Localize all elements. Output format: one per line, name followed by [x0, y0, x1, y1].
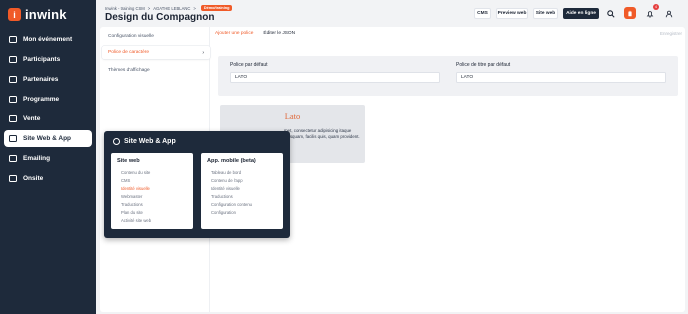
- cart-icon: [9, 115, 17, 122]
- menu-title: Site Web & App: [124, 138, 176, 145]
- sidebar-item-participants[interactable]: Participants: [4, 51, 92, 68]
- site-web-button[interactable]: Site web: [533, 8, 558, 19]
- menu-link-contenu-du-site[interactable]: Contenu du site: [121, 170, 150, 175]
- globe-icon: [113, 138, 120, 145]
- menu-link-identite-visuelle[interactable]: Identité visuelle: [121, 186, 150, 191]
- menu-header: Site Web & App: [113, 138, 176, 145]
- sidebar-item-label: Participants: [23, 56, 61, 63]
- menu-link-traductions-app[interactable]: Traductions: [211, 194, 233, 199]
- bell-icon[interactable]: [644, 8, 655, 19]
- sidebar-item-onsite[interactable]: Onsite: [4, 170, 92, 187]
- subnav-item-themes[interactable]: Thèmes d'affichage: [102, 64, 210, 77]
- sidebar-item-site-web-app[interactable]: Site Web & App: [4, 130, 92, 147]
- app-mobile-card-title: App. mobile (beta): [207, 158, 256, 164]
- breadcrumb-separator: >: [193, 5, 196, 11]
- sidebar-item-mon-evenement[interactable]: Mon événement: [4, 31, 92, 48]
- menu-link-traductions[interactable]: Traductions: [121, 202, 143, 207]
- menu-link-webmaster[interactable]: Webmaster: [121, 194, 142, 199]
- sidebar: i inwink Mon événement Participants Part…: [0, 0, 96, 314]
- tabs: Ajouter une police Éditer le JSON: [215, 31, 295, 38]
- logo-icon: i: [8, 8, 21, 21]
- page-title: Design du Compagnon: [105, 12, 215, 23]
- breadcrumb-separator: >: [147, 5, 151, 11]
- menu-link-configuration-contenu[interactable]: Configuration contenu: [211, 202, 252, 207]
- logo-text: inwink: [25, 7, 67, 22]
- subnav-item-label: Police de caractère: [108, 50, 150, 55]
- breadcrumb-item[interactable]: AGATHE LEBLANC: [153, 6, 190, 11]
- sidebar-item-partenaires[interactable]: Partenaires: [4, 71, 92, 88]
- search-icon[interactable]: [605, 8, 616, 19]
- sidebar-item-label: Site Web & App: [23, 135, 72, 142]
- cms-button[interactable]: CMS: [474, 8, 491, 19]
- preview-web-button[interactable]: Preview web: [496, 8, 528, 19]
- app-mobile-card: App. mobile (beta) Tableau de bord Conte…: [201, 153, 283, 229]
- menu-link-plan-du-site[interactable]: Plan du site: [121, 210, 143, 215]
- status-badge: Démo/training: [200, 5, 233, 11]
- menu-link-tableau-de-bord[interactable]: Tableau de bord: [211, 170, 241, 175]
- help-button[interactable]: Aide en ligne: [563, 8, 599, 19]
- menu-link-contenu-app[interactable]: Contenu de l'app: [211, 178, 243, 183]
- subnav-item-label: Configuration visuelle: [108, 34, 154, 39]
- default-font-field[interactable]: LATO: [230, 72, 440, 83]
- mail-icon: [9, 155, 17, 162]
- avatar-icon[interactable]: [624, 7, 636, 19]
- sidebar-item-label: Onsite: [23, 175, 44, 182]
- subnav-item-configuration-visuelle[interactable]: Configuration visuelle: [102, 30, 210, 43]
- chevron-right-icon: ›: [202, 49, 204, 56]
- site-web-app-menu: Site Web & App Site web Contenu du site …: [104, 131, 290, 238]
- font-settings-panel: Police par défaut LATO Police de titre p…: [218, 56, 678, 96]
- tab-edit-json[interactable]: Éditer le JSON: [263, 31, 295, 38]
- title-font-field[interactable]: LATO: [456, 72, 666, 83]
- subnav-item-police[interactable]: Police de caractère ›: [102, 46, 210, 59]
- title-font-label: Police de titre par défaut: [456, 62, 511, 68]
- sidebar-item-vente[interactable]: Vente: [4, 110, 92, 127]
- menu-link-configuration[interactable]: Configuration: [211, 210, 236, 215]
- onsite-icon: [9, 175, 17, 182]
- menu-link-cms[interactable]: CMS: [121, 178, 130, 183]
- sidebar-item-label: Partenaires: [23, 76, 59, 83]
- partners-icon: [9, 76, 17, 83]
- notification-count-badge: 4: [653, 4, 659, 10]
- calendar-icon: [9, 36, 17, 43]
- subnav-item-label: Thèmes d'affichage: [108, 68, 150, 73]
- default-font-label: Police par défaut: [230, 62, 268, 68]
- breadcrumb-item[interactable]: Inwink - training CSM: [105, 6, 145, 11]
- site-web-card-title: Site web: [117, 158, 140, 164]
- sidebar-item-label: Programme: [23, 96, 60, 103]
- sidebar-item-emailing[interactable]: Emailing: [4, 150, 92, 167]
- save-button[interactable]: Enregistrer: [660, 31, 682, 36]
- globe-icon: [9, 135, 17, 142]
- sidebar-item-label: Mon événement: [23, 36, 73, 43]
- menu-link-identite-visuelle-app[interactable]: Identité visuelle: [211, 186, 240, 191]
- sidebar-item-programme[interactable]: Programme: [4, 91, 92, 108]
- user-icon[interactable]: [663, 8, 674, 19]
- app-logo[interactable]: i inwink: [8, 7, 67, 22]
- font-preview-title: Lato: [284, 111, 301, 121]
- site-web-card: Site web Contenu du site CMS Identité vi…: [111, 153, 193, 229]
- menu-link-activite-site-web[interactable]: Activité site web: [121, 218, 151, 223]
- breadcrumb: Inwink - training CSM > AGATHE LEBLANC >…: [105, 5, 233, 11]
- font-preview-text: met, consectetur adipisicing itaque quis…: [284, 128, 360, 139]
- tab-add-font[interactable]: Ajouter une police: [215, 31, 253, 38]
- programme-icon: [9, 96, 17, 103]
- sidebar-item-label: Vente: [23, 115, 41, 122]
- participants-icon: [9, 56, 17, 63]
- sidebar-item-label: Emailing: [23, 155, 51, 162]
